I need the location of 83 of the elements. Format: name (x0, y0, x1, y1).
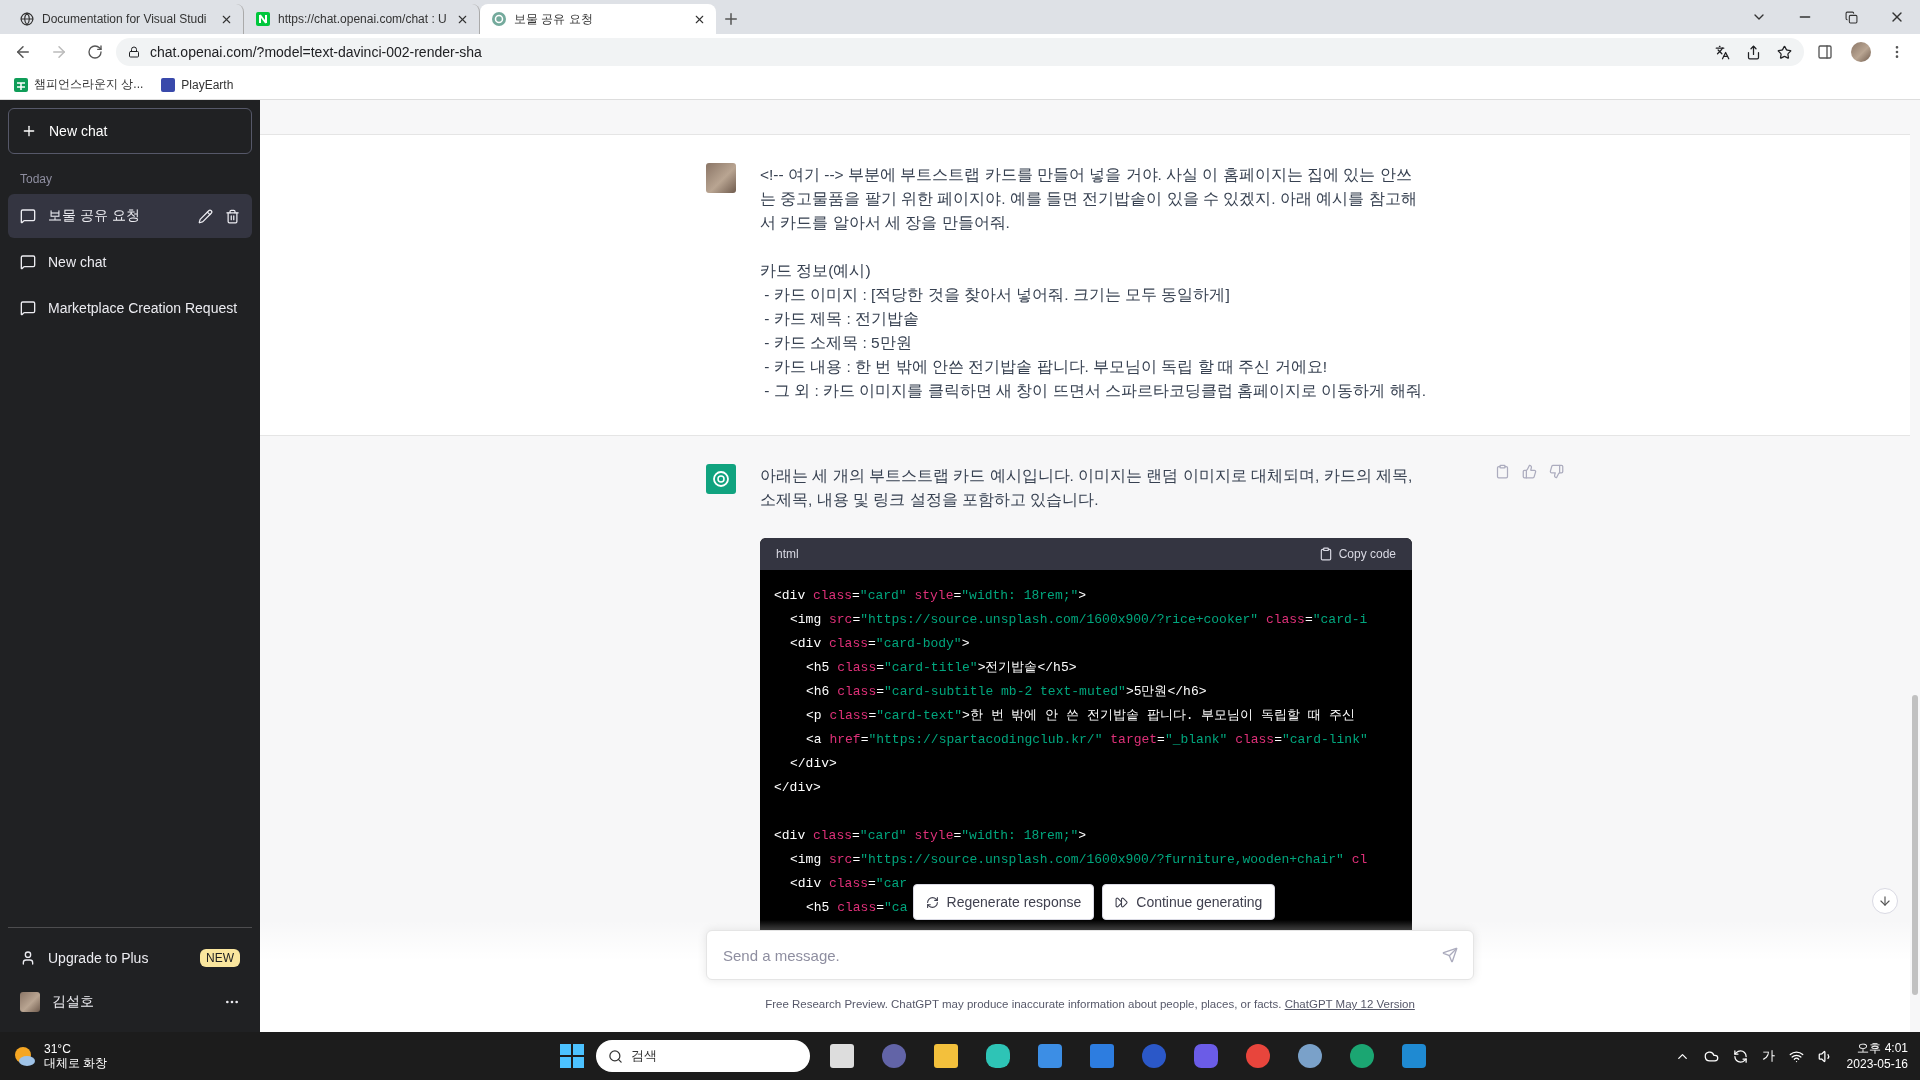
code-line: </div> (790, 755, 837, 773)
chat-item[interactable]: Marketplace Creation Request (8, 286, 252, 330)
assistant-avatar (706, 464, 736, 494)
message-text: 소제목, 내용 및 링크 설정을 포함하고 있습니다. (760, 490, 1100, 510)
message-text: 아래는 세 개의 부트스트랩 카드 예시입니다. 이미지는 랜덤 이미지로 대체되며, 카드의 제목, (760, 466, 1414, 486)
code-line: <div class="card-body"> (790, 635, 970, 653)
message-text: - 카드 제목 : 전기밥솥 (763, 309, 920, 329)
chat-logo-icon (492, 12, 506, 26)
fast-forward-icon (1115, 895, 1129, 909)
star-icon[interactable] (1777, 44, 1792, 60)
copy-code-button[interactable]: Copy code (1318, 542, 1396, 566)
start-icon[interactable] (560, 1044, 584, 1068)
ime-indicator[interactable]: 가 (1761, 1047, 1775, 1065)
code-line: <img src="https://source.unsplash.com/1600x900/?furniture,wooden+chair" cl (790, 851, 1368, 869)
user-avatar (20, 992, 40, 1012)
user-name: 김설호 (52, 993, 94, 1011)
bookmark[interactable]: PlayEarth (161, 77, 234, 92)
chat-bubble-icon (20, 208, 36, 224)
plus-icon (21, 123, 37, 139)
section-label: Today (19, 171, 54, 188)
translate-icon[interactable] (1715, 44, 1730, 60)
app-logo-icon (256, 12, 270, 26)
weather-text: 대체로 화창 (44, 1056, 108, 1070)
copy-icon[interactable] (1495, 464, 1510, 479)
lock-icon (128, 46, 140, 58)
continue-button[interactable]: Continue generating (1102, 884, 1276, 920)
message-text: 카드 정보(예시) (760, 261, 872, 281)
message-text: - 카드 소제목 : 5만원 (763, 333, 913, 353)
share-icon[interactable] (1746, 44, 1761, 60)
refresh-icon (925, 895, 939, 909)
code-line: <div class="car (790, 875, 908, 893)
address-bar[interactable]: chat.openai.com/?model=text-davinci-002-render-sha (116, 38, 1804, 66)
person-icon (20, 950, 36, 966)
taskbar-search[interactable]: 검색 (596, 1040, 810, 1072)
spreadsheet-icon (14, 77, 28, 92)
disclaimer-text: Free Research Preview. ChatGPT may produce inaccurate information about people, places, or facts. ChatGPT May 12 Version (765, 998, 1415, 1010)
clock[interactable]: 오후 4:01 2023-05-16 (1846, 1040, 1908, 1072)
code-line: <div class="card" style="width: 18rem;"> (774, 827, 1087, 845)
message-text: 서 카드를 알아서 세 장을 만들어줘. (760, 213, 1011, 233)
profile-avatar[interactable] (1851, 42, 1871, 62)
chat-item[interactable]: New chat (8, 240, 252, 284)
bookmark-icon (161, 77, 176, 92)
upgrade-link[interactable]: Upgrade to Plus NEW (8, 936, 252, 980)
regenerate-button[interactable]: Regenerate response (912, 884, 1095, 920)
code-line: <h6 class="card-subtitle mb-2 text-muted">5만원</h6> (806, 683, 1207, 701)
thumbs-up-icon[interactable] (1522, 464, 1537, 479)
bookmark[interactable]: 챔피언스라운지 상... (14, 76, 144, 93)
sync-icon[interactable] (1732, 1048, 1748, 1064)
arrow-down-icon (1878, 894, 1892, 908)
user-avatar (706, 163, 736, 193)
browser-tab[interactable]: 보물 공유 요청 (480, 4, 716, 34)
cloud-icon[interactable] (1703, 1048, 1719, 1064)
edit-icon[interactable] (198, 208, 213, 224)
message-text: - 그 외 : 카드 이미지를 클릭하면 새 창이 뜨면서 스파르타코딩클럽 홈페이지로 이동하게 해줘. (763, 381, 1428, 401)
code-line: <h5 class="ca (806, 899, 908, 917)
message-text: <!-- 여기 --> 부분에 부트스트랩 카드를 만들어 넣을 거야. 사실 이 홈페이지는 집에 있는 안쓰 (760, 165, 1413, 185)
code-line: <div class="card" style="width: 18rem;"> (774, 587, 1087, 605)
code-line: <img src="https://source.unsplash.com/1600x900/?rice+cooker" class="card-i (790, 611, 1368, 629)
code-line: <h5 class="card-title">전기밥솥</h5> (806, 659, 1077, 677)
message-text: - 카드 내용 : 한 번 밖에 안쓴 전기밥솥 팝니다. 부모님이 독립 할 때 주신 거에요! (763, 357, 1328, 377)
search-icon (608, 1048, 623, 1064)
weather-icon (12, 1044, 36, 1068)
message-input[interactable]: Send a message. (706, 930, 1474, 980)
scrollbar-thumb[interactable] (1912, 695, 1918, 995)
chat-bubble-icon (20, 254, 36, 270)
delete-icon[interactable] (225, 208, 240, 224)
thumbs-down-icon[interactable] (1549, 464, 1564, 479)
new-chat-button[interactable]: New chat (8, 108, 252, 154)
message-text: - 카드 이미지 : [적당한 것을 찾아서 넣어줘. 크기는 모두 동일하게] (763, 285, 1231, 305)
url-text: chat.openai.com/?model=text-davinci-002-render-sha (150, 44, 482, 60)
code-line: <p class="card-text">한 번 밖에 안 쓴 전기밥솥 팝니다. 부모님이 독립할 때 주신 (806, 707, 1355, 725)
new-badge: NEW (200, 949, 240, 967)
chat-bubble-icon (20, 300, 36, 316)
message-text: 는 중고물품을 팔기 위한 페이지야. 예를 들면 전기밥솥이 있을 수 있겠지. 아래 예시를 참고해 (760, 189, 1418, 209)
version-link[interactable]: ChatGPT May 12 Version (1284, 998, 1415, 1010)
code-language: html (776, 546, 799, 563)
code-line: <a href="https://spartacodingclub.kr/" target="_blank" class="card-link" (806, 731, 1368, 749)
clipboard-icon (1318, 547, 1333, 561)
code-line: </div> (774, 779, 821, 797)
chat-item[interactable]: 보물 공유 요청 (8, 194, 252, 238)
send-icon[interactable] (1442, 947, 1458, 963)
temperature: 31°C (44, 1042, 72, 1056)
wifi-icon[interactable] (1788, 1048, 1804, 1064)
